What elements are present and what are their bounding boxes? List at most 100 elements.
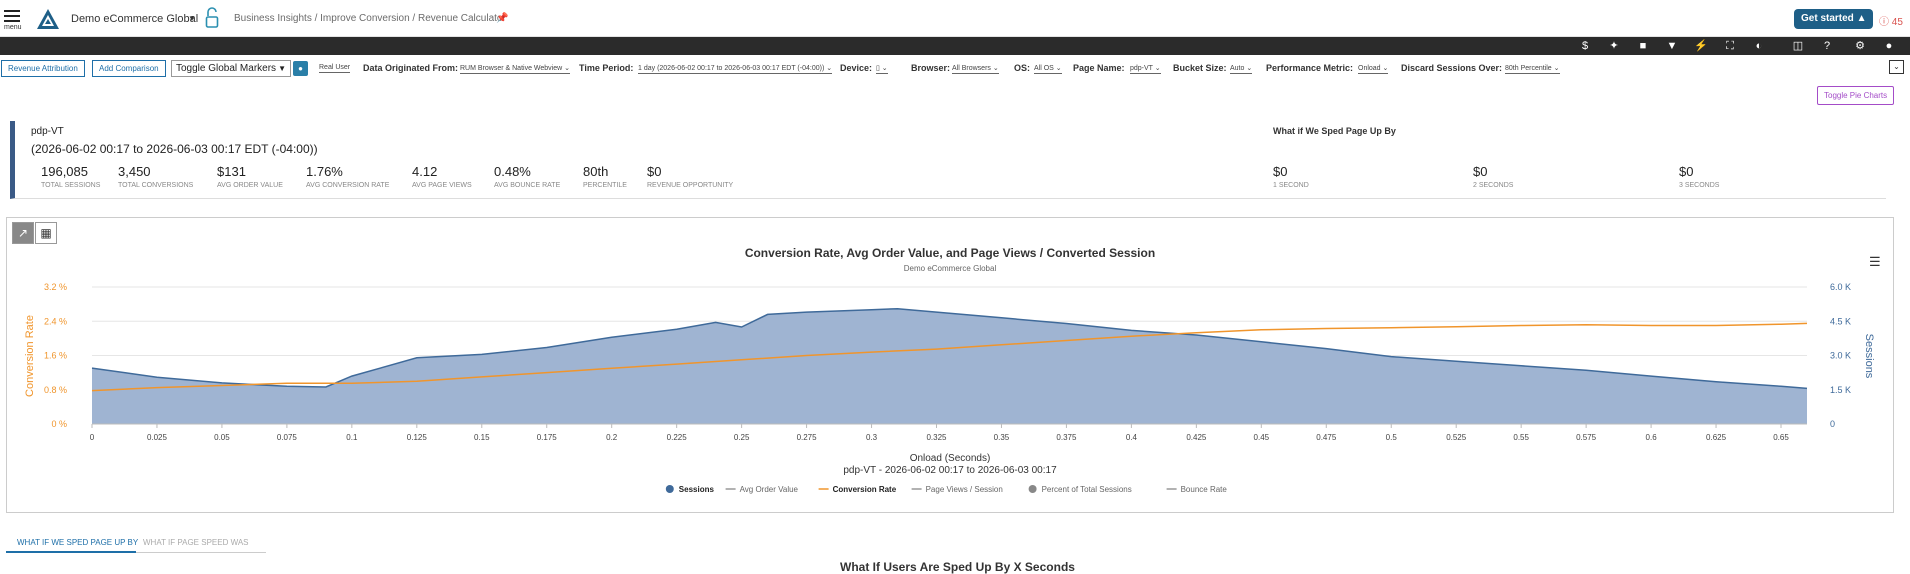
stat-revenue-opportunity: $0 Revenue Opportunity [647,164,733,189]
active-tab-indicator [6,551,136,553]
x-tick-label: 0.225 [667,433,688,442]
x-tick-label: 0.375 [1056,433,1077,442]
stat-value: 1.76% [306,164,343,179]
panel-icon[interactable]: ◫ [1791,39,1805,53]
stat-label: Avg Conversion Rate [306,182,390,189]
data-origin-label: Data Originated From: [363,63,459,73]
device-select[interactable]: ▯ ⌄ [876,64,888,74]
section-title: What If Users Are Sped Up By X Seconds [840,560,1075,574]
whatif-2-seconds: $0 2 Seconds [1473,164,1513,189]
breadcrumb: Business Insights / Improve Conversion /… [234,13,506,24]
pin-icon[interactable]: 📌 [496,13,508,24]
x-tick-label: 0 [90,433,95,442]
page-name-label: Page Name: [1073,63,1125,73]
x-tick-label: 0.2 [606,433,618,442]
get-started-button[interactable]: Get started ▲ [1794,9,1874,29]
stat-label: Total Sessions [41,182,101,189]
x-tick-label: 0.425 [1186,433,1207,442]
x-tick-label: 0.25 [734,433,750,442]
y-left-tick-label: 0 % [51,419,67,429]
real-user-select[interactable]: Real User [319,64,351,73]
stat-total-conversions: 3,450 Total Conversions [118,164,193,189]
summary-page-name: pdp-VT [31,126,64,137]
time-period-select[interactable]: 1 day (2026-06-02 00:17 to 2026-06-03 00… [638,64,833,74]
bucket-size-select[interactable]: Auto ⌄ [1230,64,1253,74]
x-tick-label: 0.625 [1706,433,1727,442]
x-tick-label: 0.275 [797,433,818,442]
fullscreen-icon[interactable]: ⛶ [1723,39,1737,53]
stat-label: Avg Bounce Rate [494,182,561,189]
gear-icon[interactable]: ⚙ [1853,39,1867,53]
filter-icon[interactable]: ▼ [1665,39,1679,53]
stat-avg-conversion-rate: 1.76% Avg Conversion Rate [306,164,389,189]
x-tick-label: 0.525 [1446,433,1467,442]
menu-bar [4,20,20,22]
sparkle-icon[interactable]: ✦ [1607,39,1621,53]
top-bar: menu Demo eCommerce Global ▼ Business In… [0,0,1910,37]
menu-button[interactable]: menu [4,8,22,32]
stat-value: 196,085 [41,164,88,179]
stat-percentile: 80th Percentile [583,164,627,189]
browser-label: Browser: [911,63,951,73]
dollar-icon[interactable]: $ [1578,39,1592,53]
y-left-tick-label: 2.4 % [44,316,67,326]
bolt-icon[interactable]: ⚡ [1694,39,1708,53]
x-tick-label: 0.575 [1576,433,1597,442]
comment-icon[interactable]: ■ [1636,39,1650,53]
y-right-tick-label: 0 [1830,419,1835,429]
stat-label: Avg Page Views [412,182,472,189]
add-comparison-button[interactable]: Add Comparison [92,60,166,77]
sessions-area [92,308,1807,424]
chart-title: Conversion Rate, Avg Order Value, and Pa… [745,246,1155,260]
contrast-icon[interactable]: ◐ [1752,39,1766,53]
menu-bar [4,10,20,12]
chevron-down-icon[interactable]: ⌄ [1889,60,1904,74]
global-markers-value: Toggle Global Markers [176,63,277,74]
bucket-size-value: Auto [1230,65,1245,72]
tab-bar: What If We Sped Page Up By What If Page … [6,531,266,553]
legend-item-label: Page Views / Session [926,485,1003,494]
tab-page-speed-was[interactable]: What If Page Speed Was [143,538,249,547]
x-tick-label: 0.025 [147,433,168,442]
help-icon[interactable]: ? [1820,39,1834,53]
legend-marker [665,485,674,493]
app-logo-icon[interactable] [36,8,60,30]
legend-item-label: Percent of Total Sessions [1042,485,1132,494]
bucket-size-label: Bucket Size: [1173,63,1227,73]
unlock-icon[interactable] [205,7,219,29]
revenue-attribution-button[interactable]: Revenue Attribution [1,60,85,77]
whatif-label: 2 Seconds [1473,182,1514,189]
legend-marker [1028,485,1037,493]
whatif-3-seconds: $0 3 Seconds [1679,164,1719,189]
browser-select[interactable]: All Browsers ⌄ [952,64,999,74]
browser-value: All Browsers [952,65,991,72]
time-period-label: Time Period: [579,63,634,73]
alert-count-value: 45 [1891,17,1903,28]
whatif-title: What if We Sped Page Up By [1273,126,1396,136]
x-tick-label: 0.125 [407,433,428,442]
os-select[interactable]: All OS ⌄ [1034,64,1062,74]
time-period-value: 1 day (2026-06-02 00:17 to 2026-06-03 00… [638,65,825,72]
data-origin-select[interactable]: RUM Browser & Native Webview ⌄ [460,64,570,74]
legend-item-label: Avg Order Value [740,485,799,494]
page-name-select[interactable]: pdp-VT ⌄ [1130,64,1161,74]
alert-count[interactable]: ⓘ 45 [1879,13,1903,28]
marker-pin-icon[interactable]: ● [293,61,308,76]
account-name[interactable]: Demo eCommerce Global [71,13,198,25]
discard-sessions-select[interactable]: 80th Percentile ⌄ [1505,64,1560,74]
chevron-down-icon[interactable]: ▼ [188,14,196,23]
tab-sped-up-by[interactable]: What If We Sped Page Up By [17,538,138,547]
performance-metric-select[interactable]: Onload ⌄ [1358,64,1389,74]
stat-value: 3,450 [118,164,151,179]
y-left-tick-label: 1.6 % [44,351,67,361]
global-markers-select[interactable]: Toggle Global Markers ▼ [171,60,291,77]
device-label: Device: [840,63,873,73]
whatif-1-second: $0 1 Second [1273,164,1309,189]
performance-metric-label: Performance Metric: [1266,63,1354,73]
user-icon[interactable]: ● [1882,39,1896,53]
performance-metric-value: Onload [1358,65,1381,72]
stat-avg-page-views: 4.12 Avg Page Views [412,164,472,189]
y-right-tick-label: 4.5 K [1830,316,1851,326]
summary-panel: pdp-VT (2026-06-02 00:17 to 2026-06-03 0… [10,121,1886,199]
toggle-pie-charts-button[interactable]: Toggle Pie Charts [1817,86,1895,105]
